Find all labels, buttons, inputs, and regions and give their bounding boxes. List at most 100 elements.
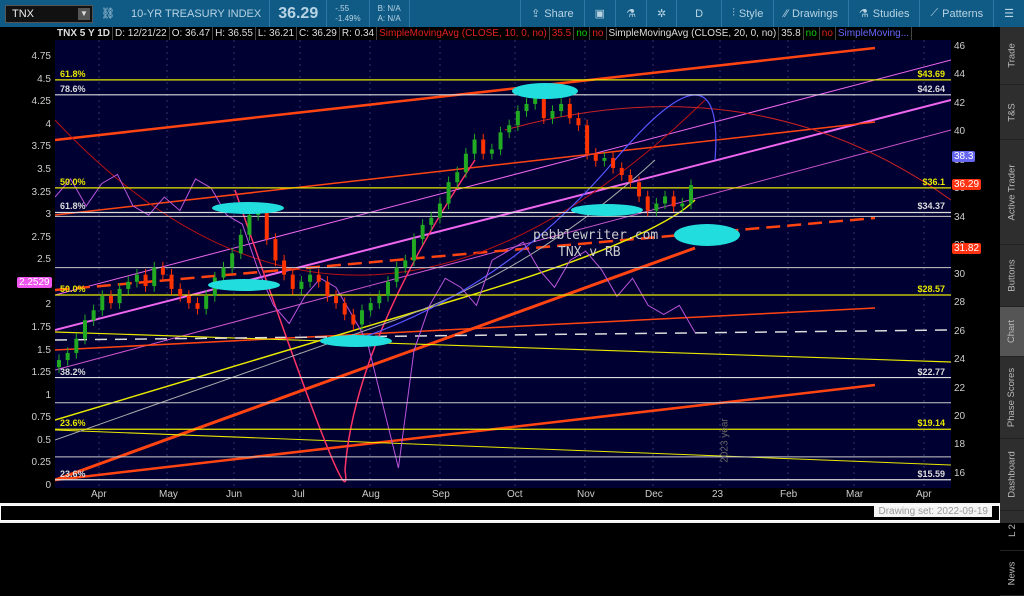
sidebar-tab-t-s[interactable]: T&S [1000, 85, 1024, 140]
link-icon[interactable]: ⛓ [93, 0, 123, 27]
left-tick: 0.5 [37, 434, 51, 446]
candle [351, 314, 356, 325]
sma10-label[interactable]: SimpleMovingAvg (CLOSE, 10, 0, no) [377, 27, 550, 40]
candle [420, 224, 425, 240]
candle [334, 296, 339, 304]
flask-button[interactable]: ⚗ [615, 0, 646, 27]
horizontal-scrollbar[interactable] [0, 505, 1000, 521]
time-tick: Jul [292, 489, 305, 500]
candle [342, 303, 347, 315]
studies-button[interactable]: ⚗ Studies [847, 0, 920, 27]
candle [368, 303, 373, 311]
candle [446, 182, 451, 204]
period-button[interactable]: D [676, 0, 721, 27]
candle [437, 203, 442, 218]
toolbar: TNX ▼ ⛓ 10-YR TREASURY INDEX 36.29 -.55 -1… [0, 0, 1024, 27]
candle [308, 274, 313, 282]
candle [411, 239, 416, 261]
candle [645, 196, 650, 211]
candle [282, 260, 287, 275]
time-tick: Feb [780, 489, 798, 500]
right-sidebar: Trade T&S Active Trader Buttons Chart Phase S… [1000, 27, 1024, 596]
info-low: L: 36.21 [255, 27, 298, 40]
sidebar-tab-label: Dashboard [1006, 451, 1018, 498]
grid [98, 40, 925, 488]
candle [628, 175, 633, 183]
left-tick: 1.25 [31, 367, 51, 379]
sidebar-tab-label: Buttons [1006, 259, 1018, 292]
candle [186, 296, 191, 304]
sidebar-tab-active-trader[interactable]: Active Trader [1000, 140, 1024, 245]
symbol-description: 10-YR TREASURY INDEX [130, 7, 262, 20]
time-axis[interactable]: Apr May Jun Jul Aug Sep Oct Nov Dec 23 Feb Mar Apr [55, 488, 951, 502]
overlay-badge: 2.2529 [17, 276, 52, 288]
sma-badge: 38.3 [952, 150, 976, 162]
candle [108, 296, 113, 304]
sidebar-tab-l-2[interactable]: L 2 [1000, 511, 1024, 551]
style-button[interactable]: ⫶ Style [721, 0, 773, 27]
symbol-text: TNX [12, 7, 34, 20]
left-tick: 4.5 [37, 73, 51, 85]
candle [619, 167, 624, 176]
settings-button[interactable]: ✲ [645, 0, 676, 27]
sma10-value: 35.5 [549, 27, 575, 40]
candle [489, 149, 494, 154]
left-tick: 2.5 [37, 254, 51, 266]
sidebar-tab-trade[interactable]: Trade [1000, 27, 1024, 85]
left-tick: 1 [45, 389, 51, 401]
sidebar-tab-label: Phase Scores [1006, 367, 1018, 428]
sidebar-tab-dashboard[interactable]: Dashboard [1000, 439, 1024, 511]
candle [637, 182, 642, 197]
price-chart[interactable]: pebblewriter.com TNX v RB $43.69 61.8% $42… [55, 40, 951, 488]
candle [299, 281, 304, 289]
sidebar-tab-label: L 2 [1006, 524, 1018, 537]
candle [178, 288, 183, 297]
watermark-caption: TNX v RB [558, 245, 621, 260]
fib-percent-label: 61.8% [60, 68, 86, 79]
chart-info-bar: TNX 5 Y 1D D: 12/21/22 O: 36.47 H: 36.55… [55, 27, 913, 40]
sma3-label[interactable]: SimpleMoving... [835, 27, 913, 40]
candle [152, 267, 157, 287]
patterns-button[interactable]: ⟋ Patterns [919, 0, 993, 27]
sidebar-tab-chart[interactable]: Chart [1000, 307, 1024, 357]
candle [204, 296, 209, 309]
candle [559, 103, 564, 112]
candle [498, 132, 503, 150]
candle [238, 234, 243, 254]
candle [654, 203, 659, 211]
symbol-selector[interactable]: TNX ▼ [5, 4, 93, 23]
bid: B: N/A [377, 3, 401, 13]
price-tick: 42 [954, 97, 966, 109]
chevron-down-icon[interactable]: ▼ [78, 7, 90, 20]
time-tick: Mar [846, 489, 864, 500]
level-price-label: $36.1 [922, 176, 945, 187]
candle [567, 103, 572, 119]
candle [290, 274, 295, 289]
sidebar-tab-phase-scores[interactable]: Phase Scores [1000, 357, 1024, 439]
sma20-label[interactable]: SimpleMovingAvg (CLOSE, 20, 0, no) [606, 27, 780, 40]
time-tick: Jun [226, 489, 243, 500]
flask-icon: ⚗ [626, 8, 636, 20]
price-axis[interactable]: 4644424038363432302826242220181638.336.2… [951, 40, 1000, 488]
candle [65, 352, 70, 361]
trendlines [55, 46, 951, 483]
drawings-button[interactable]: ⁄⁄ Drawings [773, 0, 848, 27]
sidebar-tab-news[interactable]: News [1000, 551, 1024, 596]
left-axis: 4.75 4.5 4.25 4 3.75 3.5 3.25 3 2.75 2.5 2 1.75 1.5 1… [0, 40, 55, 491]
share-label: Share [544, 7, 574, 20]
candle [325, 281, 330, 297]
alert-button[interactable]: ▣ [583, 0, 615, 27]
sidebar-tab-buttons[interactable]: Buttons [1000, 245, 1024, 307]
left-tick: 3 [45, 209, 51, 221]
share-button[interactable]: ⇪ Share [520, 0, 584, 27]
menu-button[interactable]: ☰ [993, 0, 1024, 27]
sma20-value: 35.8 [779, 27, 804, 40]
time-tick: Apr [916, 489, 932, 500]
left-tick: 1.75 [31, 321, 51, 333]
sma10-flag1: no [574, 27, 591, 40]
drawing-set-label[interactable]: Drawing set: 2022-09-19 [874, 506, 992, 517]
patterns-label: Patterns [942, 7, 984, 20]
candle [126, 281, 131, 289]
left-tick: 2.75 [31, 231, 51, 243]
candle [515, 111, 520, 126]
